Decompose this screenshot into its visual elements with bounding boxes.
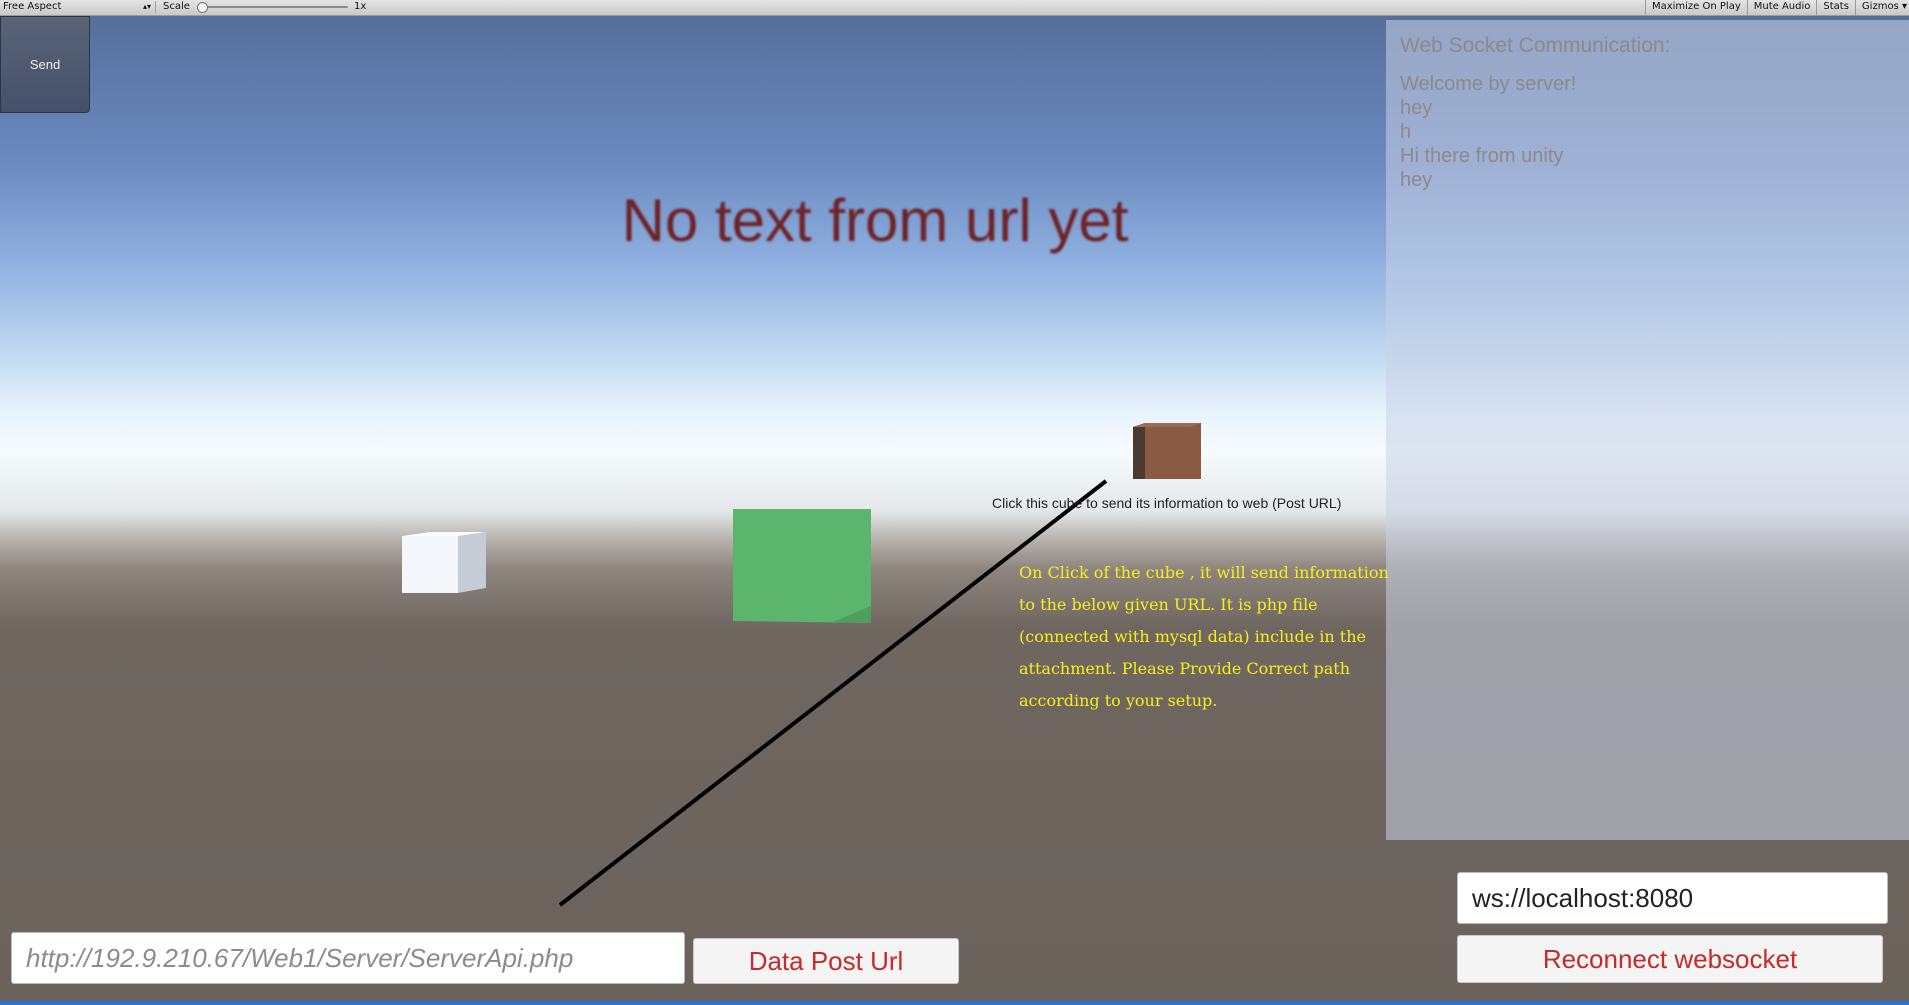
gizmos-dropdown[interactable]: Gizmos ▾ — [1854, 0, 1909, 15]
stats-toggle[interactable]: Stats — [1816, 0, 1855, 15]
gizmos-label: Gizmos — [1861, 1, 1899, 12]
post-url-input[interactable]: http://192.9.210.67/Web1/Server/ServerAp… — [11, 932, 685, 984]
data-post-url-button[interactable]: Data Post Url — [693, 938, 959, 984]
game-scene: Send No text from url yet Web Socket Com… — [0, 16, 1909, 1005]
url-result-text: No text from url yet — [621, 187, 1129, 254]
note-line: according to your setup. — [1019, 691, 1218, 710]
dropdown-arrows-icon: ▴▾ — [142, 2, 151, 11]
websocket-url-value: ws://localhost:8080 — [1472, 882, 1694, 913]
game-view-toolbar: Free Aspect ▴▾ Scale 1x Maximize On Play… — [0, 0, 1909, 16]
scale-label: Scale — [163, 1, 190, 12]
message-line: hey — [1400, 169, 1433, 191]
brown-cube[interactable] — [1133, 423, 1201, 479]
scale-value: 1x — [354, 1, 367, 12]
green-cube[interactable] — [733, 509, 871, 623]
note-line: On Click of the cube , it will send info… — [1019, 563, 1389, 582]
websocket-messages: Welcome by server! hey h Hi there from u… — [1400, 72, 1576, 192]
mute-audio-toggle[interactable]: Mute Audio — [1746, 0, 1817, 15]
message-line: Hi there from unity — [1400, 145, 1564, 167]
reconnect-websocket-button[interactable]: Reconnect websocket — [1457, 935, 1883, 983]
cube-caption: Click this cube to send its information … — [992, 495, 1342, 511]
window-bottom-edge — [0, 1001, 1909, 1005]
toolbar-right-group: Maximize On Play Mute Audio Stats Gizmos… — [1644, 0, 1909, 15]
websocket-url-input[interactable]: ws://localhost:8080 — [1457, 872, 1888, 924]
websocket-panel-title: Web Socket Communication: — [1400, 34, 1671, 57]
aspect-label: Free Aspect — [3, 1, 62, 12]
note-line: to the below given URL. It is php file — [1019, 595, 1318, 614]
post-url-value: http://192.9.210.67/Web1/Server/ServerAp… — [26, 942, 574, 973]
maximize-on-play-toggle[interactable]: Maximize On Play — [1644, 0, 1747, 15]
send-button[interactable]: Send — [0, 16, 90, 113]
message-line: hey — [1400, 97, 1433, 119]
scale-slider-thumb[interactable] — [197, 2, 208, 13]
scale-slider[interactable] — [197, 2, 348, 13]
instruction-note: On Click of the cube , it will send info… — [1019, 557, 1389, 717]
note-line: attachment. Please Provide Correct path — [1019, 659, 1351, 678]
aspect-dropdown[interactable]: Free Aspect ▴▾ — [3, 1, 156, 13]
message-line: h — [1400, 121, 1412, 143]
message-line: Welcome by server! — [1400, 73, 1577, 95]
chevron-down-icon: ▾ — [1901, 1, 1907, 12]
white-cube[interactable] — [402, 532, 486, 593]
websocket-panel: Web Socket Communication: Welcome by ser… — [1386, 20, 1909, 840]
note-line: (connected with mysql data) include in t… — [1019, 627, 1366, 646]
